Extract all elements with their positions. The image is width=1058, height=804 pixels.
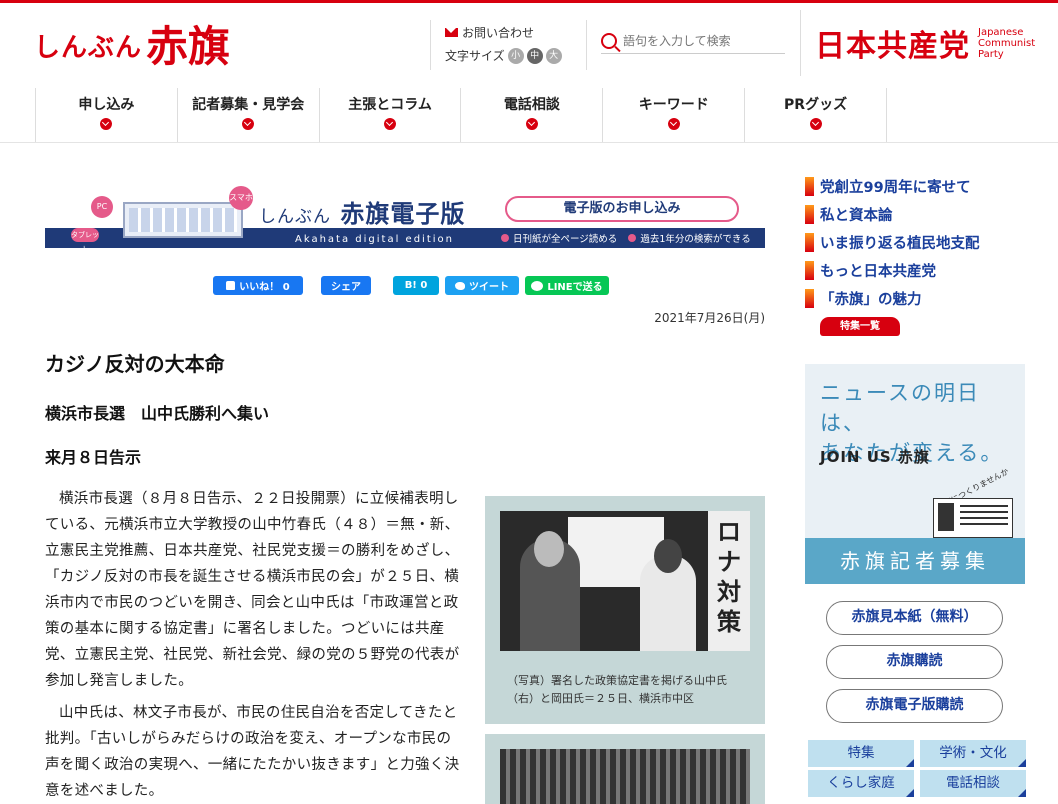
smartphone-badge: スマホ — [229, 186, 253, 210]
banner-title: しんぶん 赤旗電子版 — [259, 200, 466, 228]
nav-item-apply[interactable]: 申し込み — [36, 88, 178, 142]
nav-item-opinion[interactable]: 主張とコラム — [320, 88, 462, 142]
nav-item-recruit[interactable]: 記者募集・見学会 — [178, 88, 320, 142]
sidebar-link[interactable]: もっと日本共産党 — [805, 256, 1045, 284]
tile-culture[interactable]: 学術・文化 — [920, 740, 1026, 767]
pc-screen-graphic — [123, 202, 243, 238]
hatena-bookmark-button[interactable]: B! 0 — [393, 276, 439, 295]
ad-join-text: JOIN US 赤旗 — [820, 448, 930, 466]
facebook-like-button[interactable]: いいね！ 0 — [213, 276, 303, 295]
recruit-ad[interactable]: ニュースの明日は、 あなたが変える。 JOIN US 赤旗 一緒につくりませんか … — [805, 364, 1025, 584]
logo-small-text: しんぶん — [34, 33, 143, 63]
chevron-down-icon — [525, 118, 538, 130]
nav-item-pr-goods[interactable]: PRグッズ — [745, 88, 887, 142]
sidebar-link[interactable]: 党創立99周年に寄せて — [805, 172, 1045, 200]
feature-links: 党創立99周年に寄せて 私と資本論 いま振り返る植民地支配 もっと日本共産党 「… — [805, 172, 1045, 312]
devices-illustration: PC タブレット — [65, 192, 255, 248]
tablet-badge: タブレット — [71, 228, 99, 248]
tile-living[interactable]: くらし家庭 — [808, 770, 914, 797]
article-paragraph: 山中氏は、林文子市長が、市民の住民自治を否定してきたと批判。「古いしがらみだらけ… — [45, 705, 460, 799]
party-name-en: Japanese Communist Party — [978, 26, 1036, 60]
article-figure: ロナ対策 （写真）署名した政策協定書を掲げる山中氏（右）と岡田氏＝２５日、横浜市… — [485, 496, 765, 724]
font-size-small-button[interactable]: 小 — [507, 47, 524, 64]
search-box — [601, 28, 785, 54]
chevron-down-icon — [384, 118, 397, 130]
chevron-down-icon — [809, 118, 822, 130]
article-title: カジノ反対の大本命 — [45, 352, 225, 376]
newspaper-icon — [933, 498, 1013, 538]
top-accent-line — [0, 0, 1058, 3]
search-input[interactable] — [623, 33, 773, 48]
article-subtitle: 横浜市長選 山中氏勝利へ集い — [45, 404, 270, 423]
search-icon[interactable] — [601, 32, 617, 49]
tile-feature[interactable]: 特集 — [808, 740, 914, 767]
digital-apply-button[interactable]: 電子版のお申し込み — [505, 196, 739, 222]
font-size-medium-button[interactable]: 中 — [526, 47, 543, 64]
sidebar-link[interactable]: いま振り返る植民地支配 — [805, 228, 1045, 256]
chevron-down-icon — [100, 118, 113, 130]
font-size-large-button[interactable]: 大 — [545, 47, 562, 64]
line-share-button[interactable]: LINEで送る — [525, 276, 609, 295]
nav-item-phone[interactable]: 電話相談 — [461, 88, 604, 142]
party-name: 日本共産党 — [815, 29, 970, 64]
feature-list-button[interactable]: 特集一覧 — [820, 317, 900, 336]
thumbs-up-icon — [226, 281, 236, 290]
tile-phone[interactable]: 電話相談 — [920, 770, 1026, 797]
chevron-down-icon — [667, 118, 680, 130]
search-area — [586, 20, 800, 70]
digital-subscribe-button[interactable]: 赤旗電子版購読 — [826, 689, 1003, 723]
akahata-logo[interactable]: しんぶん 赤旗 — [34, 12, 230, 72]
contact-label: お問い合わせ — [462, 26, 535, 40]
ad-recruit-text: 赤旗記者募集 — [805, 538, 1025, 584]
article-subtitle-2: 来月８日告示 — [45, 448, 142, 467]
tweet-button[interactable]: ツイート — [445, 276, 519, 295]
subscribe-button[interactable]: 赤旗購読 — [826, 645, 1003, 679]
facebook-share-button[interactable]: シェア — [321, 276, 371, 295]
font-size-control: 文字サイズ 小 中 大 — [445, 47, 586, 64]
article-paragraph: 横浜市長選（８月８日告示、２２日投開票）に立候補表明している、元横浜市立大学教授… — [45, 491, 460, 689]
article-date: 2021年7月26日(月) — [654, 311, 765, 325]
digital-edition-banner[interactable]: PC タブレット スマホ しんぶん 赤旗電子版 Akahata digital … — [45, 186, 765, 248]
article-photo-2[interactable] — [500, 749, 750, 804]
contact-link[interactable]: お問い合わせ — [445, 24, 586, 41]
nav-divider — [0, 142, 1058, 143]
sidebar-link[interactable]: 「赤旗」の魅力 — [805, 284, 1045, 312]
banner-features: 日刊紙が全ページ読める 過去1年分の検索ができる — [493, 231, 751, 245]
article-figure-2 — [485, 734, 765, 804]
header-tools: お問い合わせ 文字サイズ 小 中 大 — [430, 20, 586, 70]
nav-item-keyword[interactable]: キーワード — [603, 88, 746, 142]
banner-subtitle: Akahata digital edition — [295, 234, 454, 245]
sample-paper-button[interactable]: 赤旗見本紙（無料） — [826, 601, 1003, 635]
jcp-logo[interactable]: 日本共産党 Japanese Communist Party — [800, 10, 1058, 76]
font-size-label: 文字サイズ — [445, 49, 505, 63]
line-icon — [531, 280, 544, 291]
photo-caption: （写真）署名した政策協定書を掲げる山中氏（右）と岡田氏＝２５日、横浜市中区 — [507, 674, 727, 705]
chevron-down-icon — [242, 118, 255, 130]
article-photo[interactable]: ロナ対策 — [500, 511, 750, 651]
mail-icon — [445, 28, 458, 37]
twitter-bird-icon — [455, 281, 465, 290]
logo-large-text: 赤旗 — [146, 22, 231, 71]
photo-sign: ロナ対策 — [708, 511, 750, 651]
pc-badge: PC — [91, 196, 113, 218]
sidebar-link[interactable]: 私と資本論 — [805, 200, 1045, 228]
main-nav: 申し込み 記者募集・見学会 主張とコラム 電話相談 キーワード PRグッズ — [35, 88, 887, 142]
